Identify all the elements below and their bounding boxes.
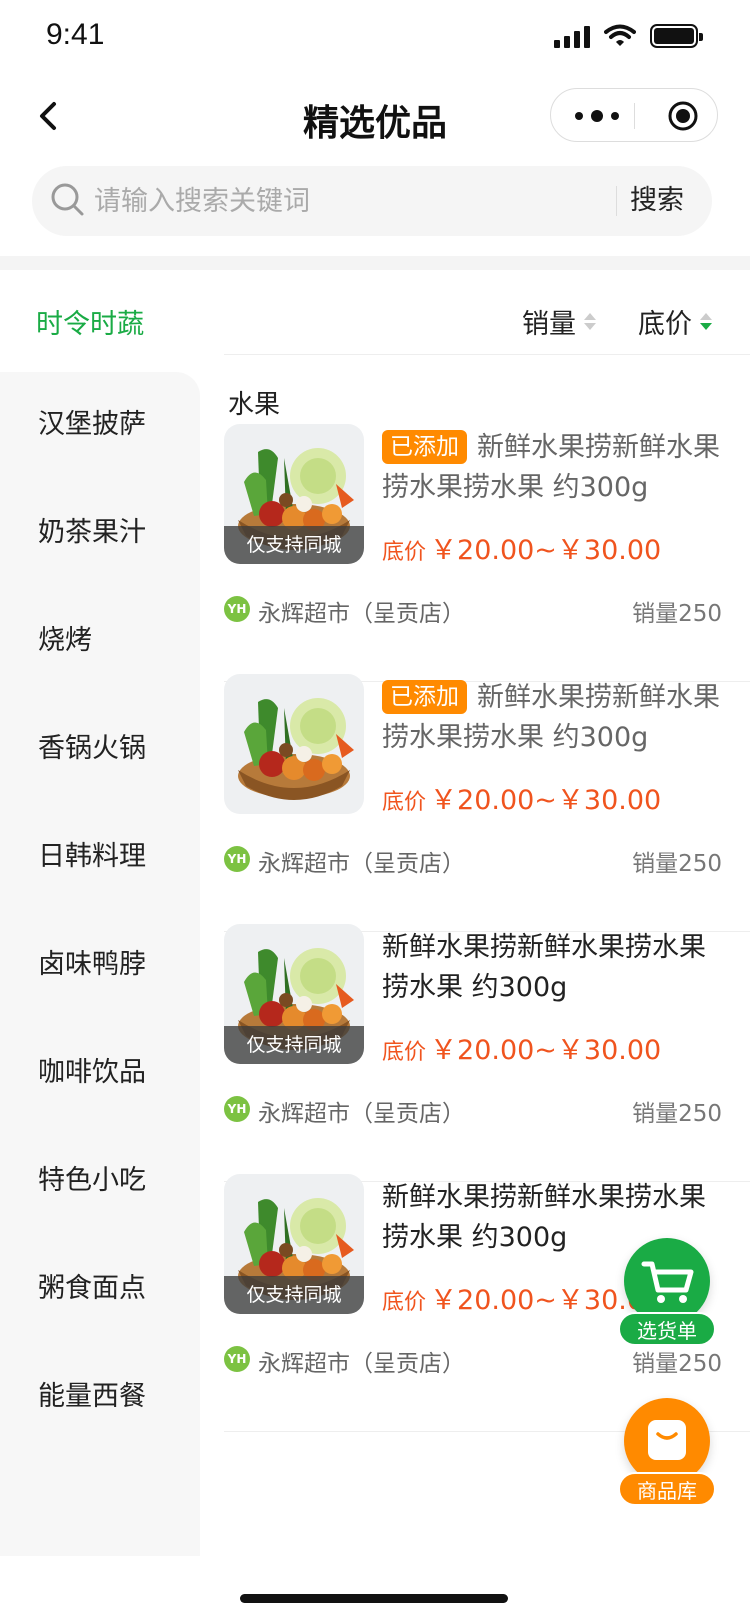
price-label: 底价 [382, 790, 427, 815]
signal-icon [554, 24, 590, 48]
product-library-label: 商品库 [618, 1472, 716, 1506]
sales-count: 销量250 [632, 851, 722, 877]
product-price: 底价 ￥20.00~￥30.00 [382, 528, 661, 567]
store-name: 永辉超市（呈贡店） [258, 1351, 465, 1377]
same-city-badge: 仅支持同城 [224, 1276, 364, 1314]
wifi-icon [604, 24, 636, 46]
record-icon[interactable] [667, 100, 699, 132]
store-name: 永辉超市（呈贡店） [258, 851, 465, 877]
product-image: 仅支持同城 [224, 424, 364, 564]
product-title: 已添加 新鲜水果捞新鲜水果捞水果捞水果 约300g [382, 428, 722, 508]
category-item[interactable]: 卤味鸭脖 [38, 942, 146, 981]
selection-list-button[interactable]: 选货单 [618, 1238, 718, 1350]
category-item[interactable]: 香锅火锅 [38, 726, 146, 765]
section-title: 水果 [228, 390, 281, 420]
price-value: ￥20.00~￥30.00 [430, 535, 662, 566]
sort-sales-label: 销量 [522, 309, 576, 340]
sort-by-sales[interactable]: 销量 [522, 302, 596, 341]
store-logo-icon: YH [224, 846, 250, 872]
sales-count: 销量250 [632, 601, 722, 627]
more-dots-icon[interactable] [569, 105, 625, 127]
search-bar: 搜索 [32, 166, 712, 236]
store-name: 永辉超市（呈贡店） [258, 601, 465, 627]
store-logo-icon: YH [224, 596, 250, 622]
sort-arrows-icon [584, 313, 596, 330]
status-icons [554, 24, 703, 48]
category-item[interactable]: 粥食面点 [38, 1266, 146, 1305]
search-icon [51, 183, 84, 216]
product-price: 底价 ￥20.00~￥30.00 [382, 778, 661, 817]
category-item-active[interactable]: 时令时蔬 [36, 302, 144, 341]
category-item[interactable]: 汉堡披萨 [38, 402, 146, 441]
product-card[interactable]: 仅支持同城 新鲜水果捞新鲜水果捞水果捞水果 约300g 底价 ￥20.00~￥30… [224, 924, 750, 1182]
product-library-button[interactable]: 商品库 [618, 1398, 718, 1510]
price-value: ￥20.00~￥30.00 [430, 1035, 662, 1066]
store-name: 永辉超市（呈贡店） [258, 1101, 465, 1127]
battery-icon [650, 24, 703, 48]
product-price: 底价 ￥20.00~￥30.00 [382, 1028, 661, 1067]
category-item[interactable]: 日韩料理 [38, 834, 146, 873]
search-divider [616, 186, 617, 216]
product-title: 已添加 新鲜水果捞新鲜水果捞水果捞水果 约300g [382, 678, 722, 758]
added-tag: 已添加 [382, 430, 467, 464]
same-city-badge: 仅支持同城 [224, 1026, 364, 1064]
price-label: 底价 [382, 1040, 427, 1065]
sort-price-label: 底价 [638, 309, 692, 340]
home-indicator [240, 1594, 508, 1603]
section-gap [0, 256, 750, 270]
category-item[interactable]: 奶茶果汁 [38, 510, 146, 549]
product-image: 仅支持同城 [224, 924, 364, 1064]
product-card[interactable]: 已添加 新鲜水果捞新鲜水果捞水果捞水果 约300g 底价 ￥20.00~￥30.00… [224, 674, 750, 932]
price-label: 底价 [382, 1290, 427, 1315]
category-item[interactable]: 烧烤 [38, 618, 92, 657]
category-item[interactable]: 咖啡饮品 [38, 1050, 146, 1089]
product-card[interactable]: 仅支持同城 已添加 新鲜水果捞新鲜水果捞水果捞水果 约300g 底价 ￥20.00~… [224, 424, 750, 682]
selection-list-label: 选货单 [618, 1312, 716, 1346]
product-title: 新鲜水果捞新鲜水果捞水果捞水果 约300g [382, 932, 706, 1003]
sort-arrows-icon [700, 313, 712, 330]
status-time: 9:41 [46, 18, 105, 51]
product-image [224, 674, 364, 814]
store-logo-icon: YH [224, 1096, 250, 1122]
category-item[interactable]: 能量西餐 [38, 1374, 146, 1413]
store-logo-icon: YH [224, 1346, 250, 1372]
capsule-divider [634, 103, 635, 129]
price-value: ￥20.00~￥30.00 [430, 785, 662, 816]
same-city-badge: 仅支持同城 [224, 526, 364, 564]
mini-program-capsule [550, 88, 718, 142]
divider [224, 354, 750, 355]
category-sidebar: 汉堡披萨 奶茶果汁 烧烤 香锅火锅 日韩料理 卤味鸭脖 咖啡饮品 特色小吃 粥食… [0, 372, 200, 1556]
search-button[interactable]: 搜索 [630, 166, 712, 236]
status-bar: 9:41 [0, 0, 750, 80]
sort-by-price[interactable]: 底价 [638, 302, 712, 341]
sales-count: 销量250 [632, 1101, 722, 1127]
price-label: 底价 [382, 540, 427, 565]
search-input[interactable] [94, 166, 614, 236]
added-tag: 已添加 [382, 680, 467, 714]
category-item[interactable]: 特色小吃 [38, 1158, 146, 1197]
product-image: 仅支持同城 [224, 1174, 364, 1314]
